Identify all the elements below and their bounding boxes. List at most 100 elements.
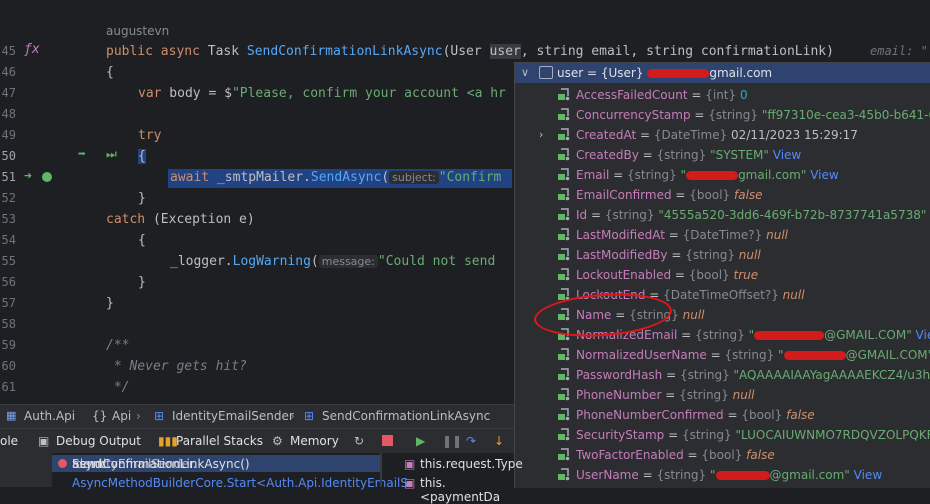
- debugger-datatip[interactable]: ∨ user = {User} gmail.com AccessFailedCo…: [514, 62, 930, 488]
- tab-debug-output[interactable]: Debug Output: [56, 434, 141, 448]
- breadcrumb-method[interactable]: SendConfirmationLinkAsync: [322, 409, 490, 423]
- property-value: "4555a520-3dd6-469f-b72b-8737741a5738": [658, 208, 926, 222]
- property-name: LockoutEnabled: [576, 268, 671, 282]
- datatip-row[interactable]: ConcurrencyStamp = {string} "ff97310e-ce…: [515, 105, 930, 125]
- property-value: null: [783, 288, 805, 302]
- watch-icon: ▣: [404, 476, 415, 490]
- datatip-row[interactable]: TwoFactorEnabled = {bool} false: [515, 445, 930, 465]
- code-line-56[interactable]: }: [138, 275, 146, 290]
- code-author: augustevn: [106, 24, 169, 38]
- breadcrumb-namespace[interactable]: Api: [112, 409, 131, 423]
- stop-icon[interactable]: [382, 435, 393, 446]
- datatip-row[interactable]: Email = {string} "gmail.com" View: [515, 165, 930, 185]
- property-value: @gmail.com": [770, 468, 850, 482]
- datatip-row[interactable]: ›CreatedAt = {DateTime} 02/11/2023 15:29…: [515, 125, 930, 145]
- tab-parallel-stacks[interactable]: Parallel Stacks: [176, 434, 263, 448]
- property-type: {bool}: [689, 188, 730, 202]
- watch-item[interactable]: this.request.Type: [420, 457, 523, 471]
- step-into-icon[interactable]: ↓: [494, 434, 504, 448]
- datatip-row[interactable]: LockoutEnabled = {bool} true: [515, 265, 930, 285]
- datatip-row[interactable]: SecurityStamp = {string} "LUOCAIUWNMO7RD…: [515, 425, 930, 445]
- datatip-row[interactable]: Id = {string} "4555a520-3dd6-469f-b72b-8…: [515, 205, 930, 225]
- line-number: 58: [0, 317, 16, 331]
- code-line-45[interactable]: public async Task SendConfirmationLinkAs…: [106, 44, 834, 59]
- property-value: null: [766, 228, 788, 242]
- datatip-row[interactable]: AccessFailedCount = {int} 0: [515, 85, 930, 105]
- property-value: false: [786, 408, 815, 422]
- datatip-row[interactable]: EmailConfirmed = {bool} false: [515, 185, 930, 205]
- property-value: @GMAIL.COM": [824, 328, 912, 342]
- step-over-icon[interactable]: ↷: [466, 434, 476, 448]
- code-line-54[interactable]: {: [138, 233, 146, 248]
- function-breakpoint-icon[interactable]: ƒx: [24, 42, 40, 57]
- code-line-49[interactable]: try: [138, 128, 161, 143]
- redaction-mark: [686, 171, 738, 180]
- property-name: EmailConfirmed: [576, 188, 672, 202]
- datatip-header[interactable]: ∨ user = {User} gmail.com: [515, 63, 930, 83]
- line-number: 52: [0, 191, 16, 205]
- resume-icon[interactable]: ▶: [416, 434, 425, 448]
- code-line-55[interactable]: _logger.LogWarning(message:"Could not se…: [170, 254, 495, 269]
- datatip-row[interactable]: UserName = {string} "@gmail.com" View: [515, 465, 930, 485]
- property-name: LastModifiedBy: [576, 248, 668, 262]
- property-type: {bool}: [689, 268, 730, 282]
- code-line-60[interactable]: * Never gets hit?: [106, 359, 247, 374]
- property-name: Email: [576, 168, 609, 182]
- property-type: {string}: [679, 388, 729, 402]
- property-name: ConcurrencyStamp: [576, 108, 691, 122]
- stack-frame[interactable]: AsyncMethodBuilderCore.Start<Auth.Api.Id…: [72, 476, 408, 490]
- watch-item[interactable]: this.<paymentDa: [420, 476, 514, 504]
- view-link[interactable]: View: [854, 468, 882, 482]
- property-value: gmail.com": [738, 168, 806, 182]
- tab-console[interactable]: ole: [0, 434, 18, 448]
- restart-icon[interactable]: ↻: [354, 434, 364, 448]
- redaction-mark: [754, 331, 824, 340]
- code-line-52[interactable]: }: [138, 191, 146, 206]
- view-link[interactable]: View: [916, 328, 930, 342]
- breadcrumb-class[interactable]: IdentityEmailSender: [172, 409, 294, 423]
- datatip-row[interactable]: PhoneNumber = {string} null: [515, 385, 930, 405]
- datatip-row[interactable]: PasswordHash = {string} "AQAAAAIAAYagAAA…: [515, 365, 930, 385]
- datatip-row[interactable]: PhoneNumberConfirmed = {bool} false: [515, 405, 930, 425]
- code-line-50[interactable]: {: [138, 149, 146, 164]
- datatip-row[interactable]: NormalizedUserName = {string} "@GMAIL.CO…: [515, 345, 930, 365]
- property-name: LastModifiedAt: [576, 228, 665, 242]
- breadcrumb-project[interactable]: Auth.Api: [24, 409, 75, 423]
- chevron-down-icon[interactable]: ∨: [521, 66, 529, 79]
- chevron-right-icon[interactable]: ›: [539, 128, 543, 141]
- property-type: {string}: [682, 428, 732, 442]
- run-to-cursor-icon[interactable]: ⏭: [106, 147, 117, 162]
- property-name: UserName: [576, 468, 639, 482]
- property-name: CreatedBy: [576, 148, 639, 162]
- property-type: {string}: [605, 208, 655, 222]
- line-number: 57: [0, 296, 16, 310]
- property-icon: [557, 108, 570, 121]
- property-name: PhoneNumber: [576, 388, 661, 402]
- code-line-57[interactable]: }: [106, 296, 114, 311]
- debug-output-icon: ▣: [38, 434, 49, 448]
- code-line-47[interactable]: var body = $"Please, confirm your accoun…: [138, 86, 506, 101]
- code-line-53[interactable]: catch (Exception e): [106, 212, 255, 227]
- code-line-61[interactable]: */: [106, 380, 129, 395]
- tab-memory[interactable]: Memory: [290, 434, 339, 448]
- watch-icon: ▣: [404, 457, 415, 471]
- code-line-59[interactable]: /**: [106, 338, 129, 353]
- property-name: AccessFailedCount: [576, 88, 688, 102]
- property-icon: [557, 228, 570, 241]
- datatip-row[interactable]: CreatedBy = {string} "SYSTEM" View: [515, 145, 930, 165]
- property-type: {string}: [627, 168, 677, 182]
- code-line-46[interactable]: {: [106, 65, 114, 80]
- datatip-row[interactable]: LastModifiedBy = {string} null: [515, 245, 930, 265]
- datatip-row[interactable]: LastModifiedAt = {DateTime?} null: [515, 225, 930, 245]
- property-name: CreatedAt: [576, 128, 636, 142]
- code-line-51[interactable]: await _smtpMailer.SendAsync(subject:"Con…: [170, 170, 501, 185]
- execution-pointer-icon[interactable]: ➜: [24, 169, 32, 184]
- property-type: {DateTime}: [654, 128, 727, 142]
- object-icon: [539, 66, 553, 79]
- pause-icon[interactable]: ❚❚: [442, 434, 462, 448]
- property-icon: [557, 268, 570, 281]
- set-next-statement-icon[interactable]: ➡: [78, 147, 86, 162]
- view-link[interactable]: View: [773, 148, 801, 162]
- line-number: 49: [0, 128, 16, 142]
- view-link[interactable]: View: [810, 168, 838, 182]
